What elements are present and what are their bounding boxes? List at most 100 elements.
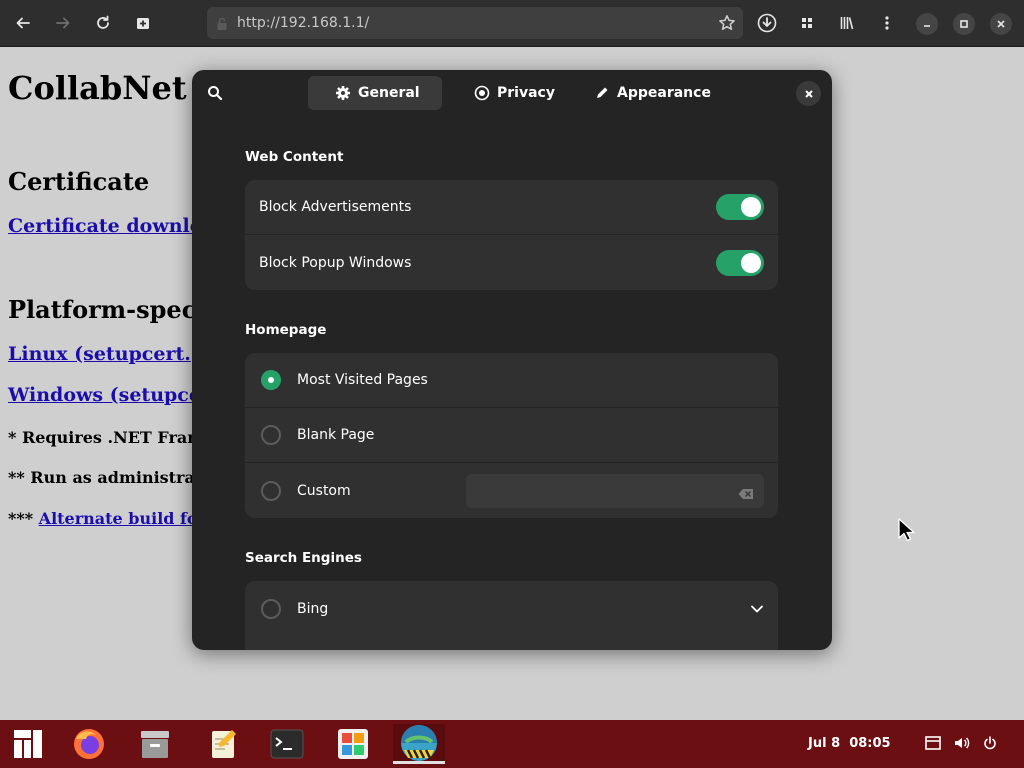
add-tab-icon [137,18,149,29]
tab-general[interactable]: General [308,76,442,110]
maximize-icon [960,20,968,28]
volume-tray[interactable] [953,734,971,752]
minimize-icon [924,25,930,27]
homepage-most-visited-row[interactable]: Most Visited Pages [245,353,778,408]
custom-radio[interactable] [261,480,281,501]
power-icon [984,736,996,750]
archive-box-icon [141,731,169,758]
block-ads-row[interactable]: Block Advertisements [245,180,778,235]
minimize-button[interactable] [916,13,938,35]
manjaro-logo-icon [14,730,42,758]
library-icon [840,17,854,30]
browser-headerbar: http://192.168.1.1/ [0,0,1024,47]
search-icon [208,86,223,101]
volume-icon [955,737,970,749]
note-alternate-prefix: *** [8,509,39,528]
privacy-icon [474,85,490,101]
note-pencil-icon [212,730,236,758]
most-visited-label: Most Visited Pages [297,372,428,388]
bookmark-star-icon[interactable] [718,14,736,36]
kebab-menu-icon [885,16,889,30]
clock[interactable]: Jul 8 08:05 [808,736,891,751]
linux-setup-link[interactable]: Linux (setupcert. [8,343,191,365]
network-wired-icon [925,736,941,750]
file-manager-launcher[interactable] [133,724,177,764]
tab-appearance[interactable]: Appearance [584,76,724,110]
new-tab-button[interactable] [128,8,158,38]
block-popups-switch[interactable] [716,249,764,276]
tab-general-label: General [358,85,420,101]
terminal-launcher[interactable] [265,724,309,764]
homepage-title: Homepage [245,322,327,338]
block-popups-row[interactable]: Block Popup Windows [245,235,778,290]
bing-radio[interactable] [261,598,281,619]
tab-privacy-label: Privacy [497,85,555,101]
arrow-right-icon [56,17,70,29]
blank-page-radio[interactable] [261,425,281,445]
back-button[interactable] [8,8,38,38]
clock-date: Jul 8 [808,736,841,751]
grid-icon [802,18,812,28]
terminal-icon [270,729,304,759]
reload-icon [97,15,109,29]
block-ads-label: Block Advertisements [259,199,412,215]
downloads-button[interactable] [752,8,782,38]
tab-appearance-label: Appearance [617,85,711,101]
certificate-download-link[interactable]: Certificate downlo [8,215,202,237]
switch-knob [741,197,761,217]
most-visited-radio[interactable] [261,370,281,390]
pencil-icon [597,87,608,98]
alternate-build-link[interactable]: Alternate build fo [39,509,198,528]
maximize-button[interactable] [953,13,975,35]
firefox-icon [74,729,104,759]
block-popups-label: Block Popup Windows [259,254,412,271]
gear-icon [336,86,350,100]
taskbar: Jul 8 08:05 [0,720,1024,768]
power-tray[interactable] [981,734,999,752]
dialog-close-button[interactable] [796,81,821,106]
software-center-launcher[interactable] [331,724,375,764]
windows-setup-link[interactable]: Windows (setupce [8,384,201,406]
bing-label: Bing [297,600,329,617]
web-browser-launcher-active[interactable] [393,724,445,764]
text-editor-launcher[interactable] [201,724,245,764]
custom-homepage-field[interactable] [466,473,764,508]
network-tray[interactable] [924,734,942,752]
forward-button[interactable] [48,8,78,38]
search-engines-group: Bing [245,581,778,650]
app-menu-button[interactable] [6,724,50,764]
web-content-group: Block Advertisements Block Popup Windows [245,180,778,290]
window-close-button[interactable] [990,13,1012,35]
note-alternate: *** Alternate build fo [8,509,198,528]
main-menu-button[interactable] [872,8,902,38]
platform-heading: Platform-spec [8,295,197,324]
custom-label: Custom [297,482,351,499]
blank-page-label: Blank Page [297,427,375,443]
certificate-heading: Certificate [8,167,150,196]
clock-time: 08:05 [849,736,891,751]
tabs-overview-button[interactable] [792,8,822,38]
firefox-launcher[interactable] [67,724,111,764]
chevron-down-icon[interactable] [750,602,764,616]
clear-text-icon[interactable] [738,485,754,504]
library-button[interactable] [832,8,862,38]
reload-button[interactable] [88,8,118,38]
url-text[interactable]: http://192.168.1.1/ [237,15,369,31]
page-title: CollabNet [8,69,187,107]
arrow-left-icon [16,17,30,29]
search-engine-bing-row[interactable]: Bing [245,581,778,636]
homepage-blank-row[interactable]: Blank Page [245,408,778,463]
app-store-icon [338,729,368,759]
address-bar[interactable]: http://192.168.1.1/ [207,7,743,39]
block-ads-switch[interactable] [716,194,764,220]
preferences-dialog: General Privacy Appearance Web Content B… [192,70,832,650]
download-icon [757,13,777,33]
tab-privacy[interactable]: Privacy [464,76,584,110]
homepage-custom-row[interactable]: Custom [245,463,778,518]
close-icon [997,20,1005,28]
custom-homepage-input[interactable] [466,473,726,508]
note-admin: ** Run as administra [8,468,195,487]
homepage-group: Most Visited Pages Blank Page Custom [245,353,778,518]
web-content-title: Web Content [245,149,344,165]
search-button[interactable] [204,82,226,104]
